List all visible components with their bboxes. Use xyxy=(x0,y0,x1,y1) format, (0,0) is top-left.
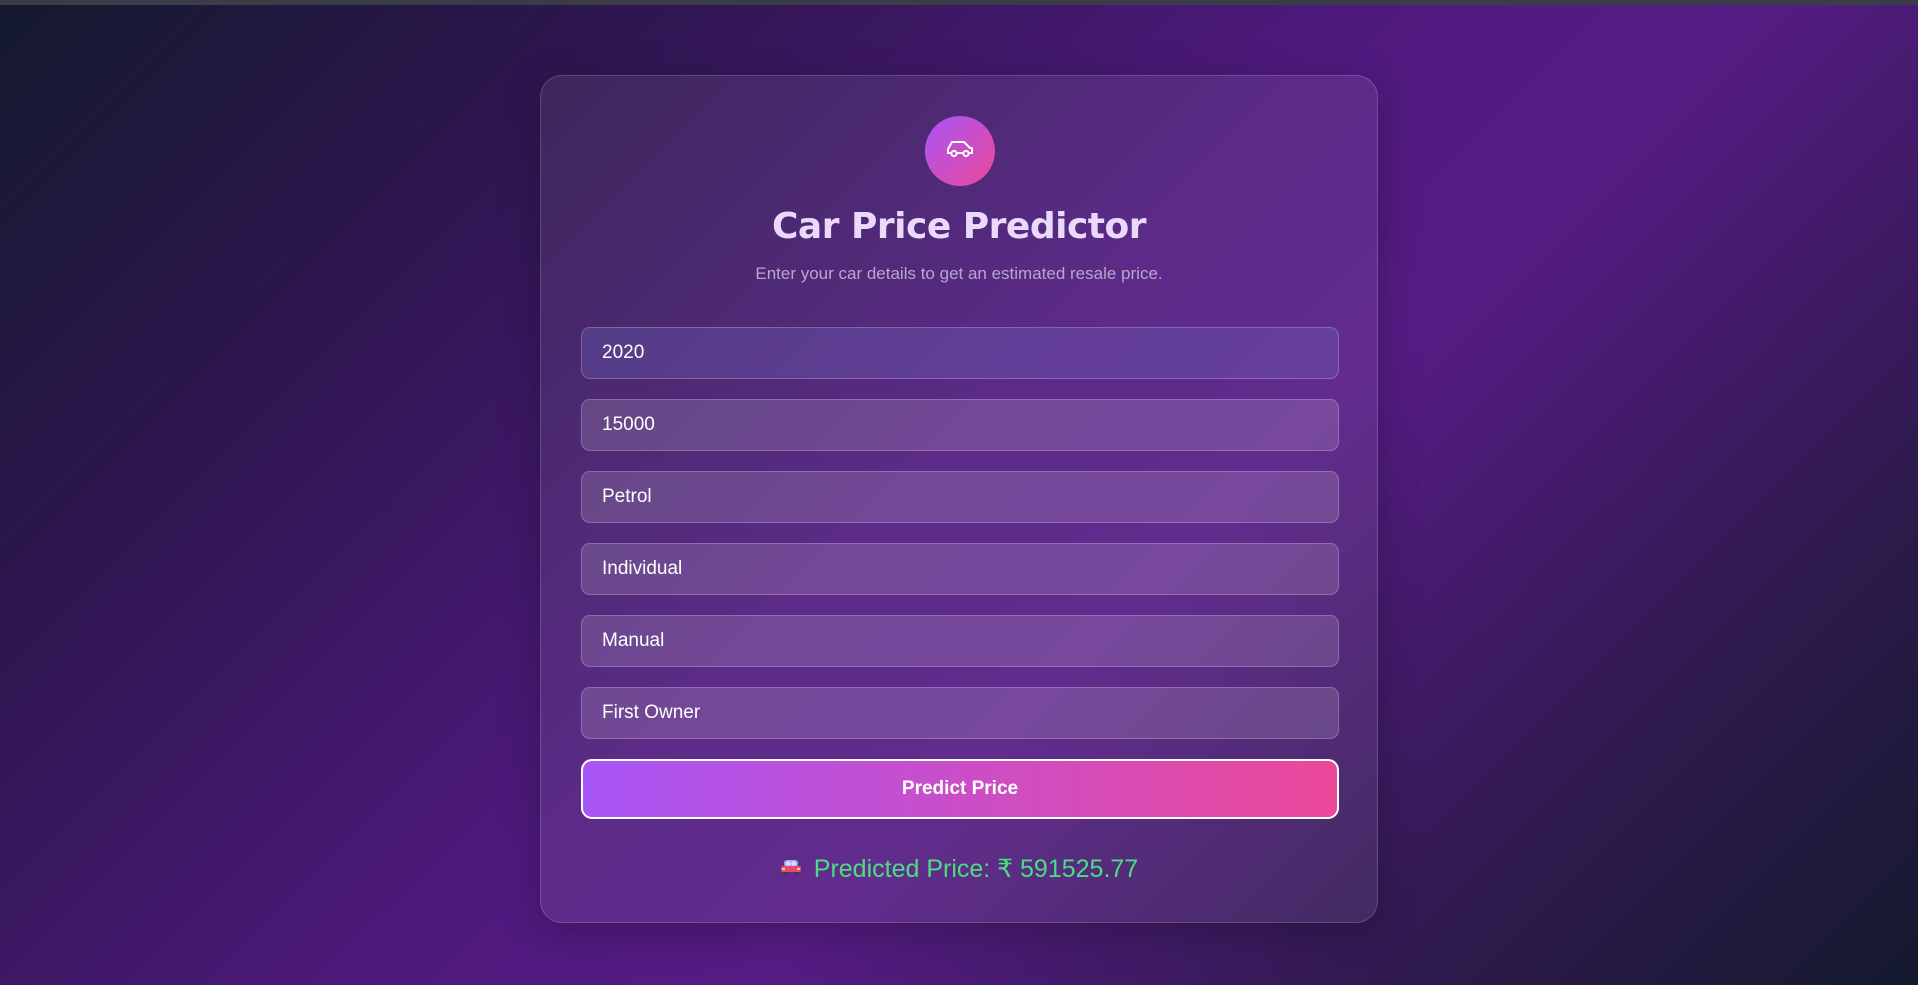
year-input[interactable] xyxy=(581,327,1339,379)
fuel-type-select[interactable]: Petrol xyxy=(581,471,1339,523)
predictor-card: Car Price Predictor Enter your car detai… xyxy=(540,75,1378,923)
car-icon xyxy=(945,138,975,165)
window-top-strip xyxy=(0,0,1918,5)
page-title: Car Price Predictor xyxy=(772,206,1146,247)
transmission-select[interactable]: Manual xyxy=(581,615,1339,667)
page-subtitle: Enter your car details to get an estimat… xyxy=(755,264,1163,283)
predict-price-button[interactable]: Predict Price xyxy=(581,759,1339,819)
logo-badge xyxy=(925,116,995,186)
predicted-price-text: Predicted Price: ₹ 591525.77 xyxy=(813,855,1139,883)
car-emoji-icon xyxy=(780,854,802,883)
predicted-price-result: Predicted Price: ₹ 591525.77 xyxy=(541,854,1377,884)
kms-driven-input[interactable] xyxy=(581,399,1339,451)
owner-select[interactable]: First Owner xyxy=(581,687,1339,739)
seller-type-select[interactable]: Individual xyxy=(581,543,1339,595)
